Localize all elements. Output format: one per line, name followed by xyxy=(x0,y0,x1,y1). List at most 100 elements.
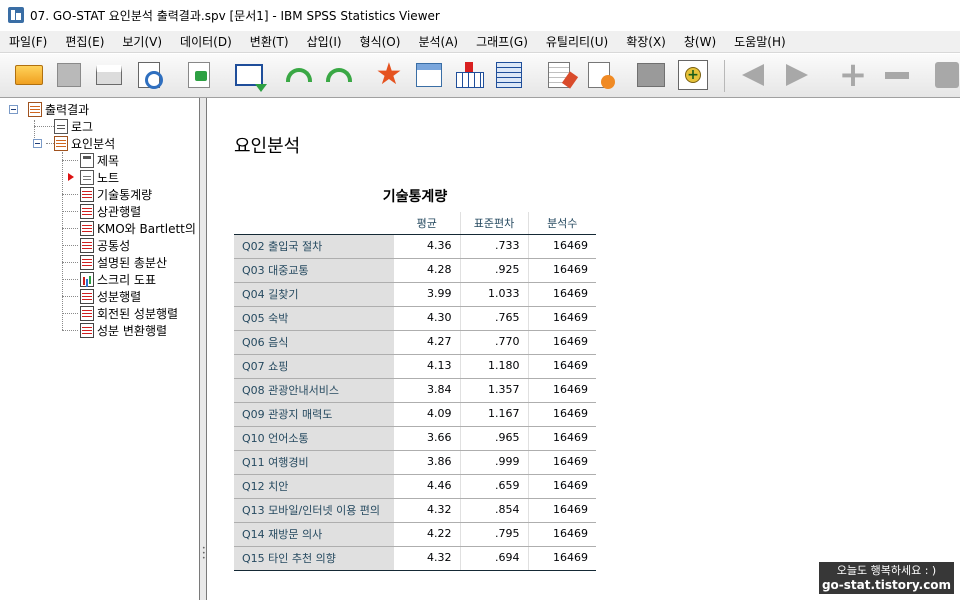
goto-data-icon[interactable] xyxy=(414,60,444,90)
tree-label: 회전된 성분행렬 xyxy=(97,307,179,321)
tree-connector xyxy=(62,296,78,297)
tree-label: 제목 xyxy=(97,154,120,168)
pane-splitter[interactable]: • • • xyxy=(200,98,207,600)
tree-label: 설명된 총분산 xyxy=(97,256,168,270)
table-row: Q02 출입국 절차 4.36 .733 16469 xyxy=(234,234,596,259)
table-row: Q04 길찾기 3.99 1.033 16469 xyxy=(234,282,596,307)
cell-std-dev: 1.357 xyxy=(459,378,528,403)
row-label: Q12 치안 xyxy=(234,474,394,499)
tree-node-communalities[interactable]: 공통성 xyxy=(80,237,130,254)
tree-label: 성분행렬 xyxy=(97,290,142,304)
add-icon[interactable]: + xyxy=(678,60,708,90)
menu-data[interactable]: 데이터(D) xyxy=(171,31,241,53)
insert-text-icon[interactable] xyxy=(544,60,574,90)
page-title: 요인분석 xyxy=(234,136,301,157)
tree-connector xyxy=(62,160,78,161)
tree-node-log[interactable]: 로그 xyxy=(54,118,93,135)
cell-mean: 3.66 xyxy=(394,426,460,451)
tree-label: 로그 xyxy=(71,120,94,134)
menu-window[interactable]: 창(W) xyxy=(675,31,725,53)
insert-script-icon[interactable] xyxy=(584,60,615,90)
undo-icon[interactable] xyxy=(284,60,314,90)
cell-n: 16469 xyxy=(527,546,596,571)
print-preview-icon[interactable] xyxy=(134,60,164,90)
menu-extensions[interactable]: 확장(X) xyxy=(617,31,675,53)
camera-icon[interactable] xyxy=(932,60,960,90)
tree-connector xyxy=(62,313,78,314)
pivot-table-icon xyxy=(80,187,94,202)
tree-connector xyxy=(62,330,78,331)
menu-help[interactable]: 도움말(H) xyxy=(725,31,795,53)
redo-icon[interactable] xyxy=(324,60,354,90)
cell-n: 16469 xyxy=(527,306,596,331)
menu-insert[interactable]: 삽입(I) xyxy=(298,31,351,53)
tree-connector xyxy=(46,143,54,144)
export-icon[interactable] xyxy=(184,60,214,90)
tree-node-factor-analysis[interactable]: 요인분석 xyxy=(54,135,115,152)
pivot-table-icon xyxy=(80,238,94,253)
menu-analyze[interactable]: 분석(A) xyxy=(409,31,467,53)
forward-arrow-icon[interactable] xyxy=(782,60,812,90)
tree-node-scree-plot[interactable]: 스크리 도표 xyxy=(80,271,156,288)
menu-format[interactable]: 형식(O) xyxy=(351,31,410,53)
recall-dialog-icon[interactable] xyxy=(234,60,267,92)
tree-node-correlation-matrix[interactable]: 상관행렬 xyxy=(80,203,141,220)
cell-std-dev: 1.167 xyxy=(459,402,528,427)
menu-transform[interactable]: 변환(T) xyxy=(241,31,298,53)
cell-n: 16469 xyxy=(527,474,596,499)
back-arrow-icon[interactable] xyxy=(738,60,768,90)
open-folder-icon[interactable] xyxy=(14,60,44,90)
menu-utilities[interactable]: 유틸리티(U) xyxy=(537,31,617,53)
save-icon[interactable] xyxy=(54,60,84,90)
output-book-icon xyxy=(28,102,42,117)
tree-collapse-toggle[interactable] xyxy=(33,139,42,148)
tree-collapse-toggle[interactable] xyxy=(9,105,18,114)
tree-node-total-variance[interactable]: 설명된 총분산 xyxy=(80,254,167,271)
table-row: Q13 모바일/인터넷 이용 편의 4.32 .854 16469 xyxy=(234,498,596,523)
menu-graphs[interactable]: 그래프(G) xyxy=(467,31,537,53)
insert-output-icon[interactable] xyxy=(454,60,484,90)
column-header-analysis-n: 분석수 xyxy=(527,212,596,235)
cell-n: 16469 xyxy=(527,426,596,451)
tree-connector xyxy=(62,262,78,263)
goto-output-icon[interactable]: ★ xyxy=(374,60,404,90)
cell-n: 16469 xyxy=(527,258,596,283)
menu-view[interactable]: 보기(V) xyxy=(113,31,171,53)
row-label: Q08 관광안내서비스 xyxy=(234,378,394,403)
collapse-minus-icon[interactable] xyxy=(882,60,912,90)
tree-connector xyxy=(62,279,78,280)
cell-std-dev: .694 xyxy=(459,546,528,571)
tree-node-descriptives[interactable]: 기술통계량 xyxy=(80,186,152,203)
expand-plus-icon[interactable]: + xyxy=(838,58,868,92)
print-icon[interactable] xyxy=(94,60,124,90)
tree-node-kmo-bartlett[interactable]: KMO와 Bartlett의 검 xyxy=(80,220,200,237)
cell-mean: 4.22 xyxy=(394,522,460,547)
tree-label: 공통성 xyxy=(97,239,131,253)
tree-label: 성분 변환행렬 xyxy=(97,324,168,338)
table-header-row: 평균 표준편차 분석수 xyxy=(234,212,596,235)
cell-mean: 4.46 xyxy=(394,474,460,499)
tree-node-title[interactable]: 제목 xyxy=(80,152,119,169)
tree-node-root[interactable]: 출력결과 xyxy=(28,101,89,118)
tree-label: KMO와 Bartlett의 검 xyxy=(97,222,200,236)
tree-node-rotated-component-matrix[interactable]: 회전된 성분행렬 xyxy=(80,305,178,322)
tree-connector xyxy=(34,126,54,127)
cell-std-dev: 1.033 xyxy=(459,282,528,307)
toolbar-separator xyxy=(724,60,725,92)
pivot-table-icon[interactable] xyxy=(494,60,524,90)
disabled-icon xyxy=(636,60,666,90)
cell-n: 16469 xyxy=(527,330,596,355)
table-row: Q12 치안 4.46 .659 16469 xyxy=(234,474,596,499)
descriptive-statistics-table[interactable]: 평균 표준편차 분석수 Q02 출입국 절차 4.36 .733 16469 Q… xyxy=(234,212,596,571)
tree-node-notes[interactable]: 노트 xyxy=(80,169,120,186)
cell-std-dev: .659 xyxy=(459,474,528,499)
tree-node-component-matrix[interactable]: 성분행렬 xyxy=(80,288,141,305)
cell-std-dev: .999 xyxy=(459,450,528,475)
table-row: Q10 언어소통 3.66 .965 16469 xyxy=(234,426,596,451)
row-label: Q13 모바일/인터넷 이용 편의 xyxy=(234,498,394,523)
menu-edit[interactable]: 편집(E) xyxy=(56,31,113,53)
watermark-greeting: 오늘도 행복하세요 : ) xyxy=(836,564,937,577)
menu-file[interactable]: 파일(F) xyxy=(0,31,56,53)
cell-std-dev: .770 xyxy=(459,330,528,355)
tree-node-component-transformation-matrix[interactable]: 성분 변환행렬 xyxy=(80,322,167,339)
